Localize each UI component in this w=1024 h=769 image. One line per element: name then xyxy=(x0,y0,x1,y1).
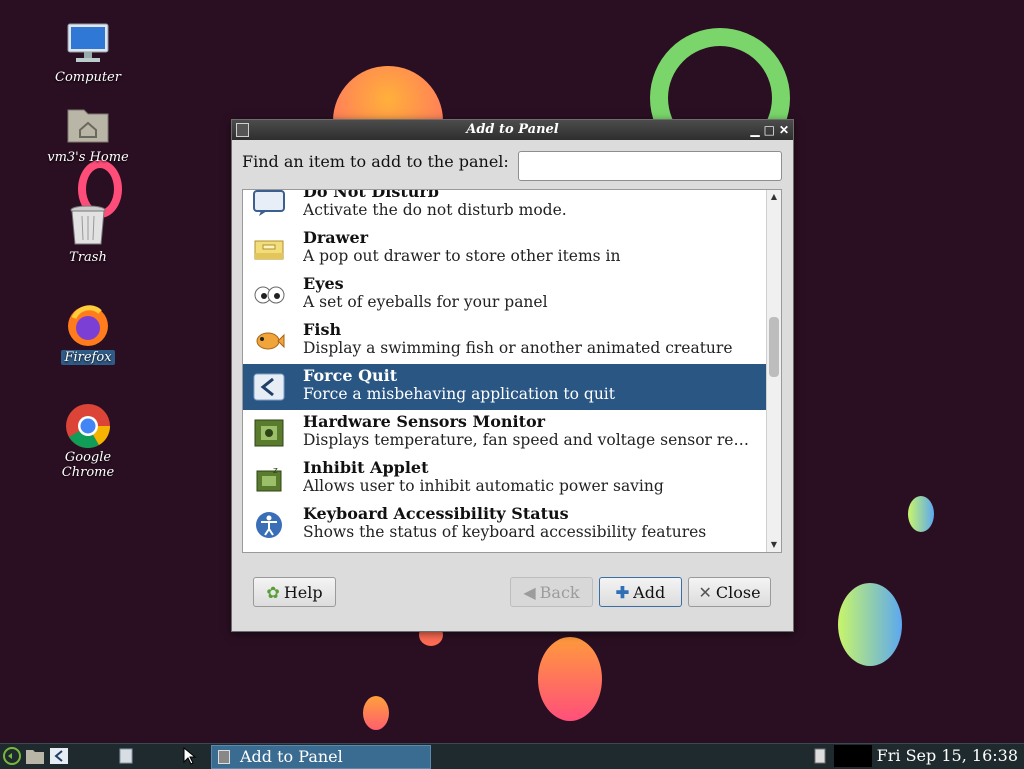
back-button[interactable]: ◀ Back xyxy=(510,577,593,607)
fish-icon xyxy=(253,327,285,355)
drawer-icon xyxy=(253,235,285,263)
add-button[interactable]: ✚ Add xyxy=(599,577,682,607)
chip-icon xyxy=(253,419,285,447)
trash-icon xyxy=(64,200,112,248)
list-item[interactable]: Do Not Disturb Activate the do not distu… xyxy=(243,190,767,226)
file-manager-icon[interactable] xyxy=(25,747,45,765)
find-label: Find an item to add to the panel: xyxy=(242,152,509,171)
desktop-icon-label: Trash xyxy=(69,250,107,265)
desktop-icon-firefox[interactable]: Firefox xyxy=(38,300,138,365)
eyes-icon xyxy=(253,281,285,309)
chip-sleep-icon: z xyxy=(253,465,285,493)
plus-icon: ✚ xyxy=(615,582,630,602)
add-to-panel-dialog: Add to Panel ▁ □ ✕ Find an item to add t… xyxy=(231,119,794,632)
svg-text:z: z xyxy=(273,466,278,476)
desktop-icon-label: Computer xyxy=(55,70,121,85)
notification-icon[interactable] xyxy=(810,747,830,765)
desktop-icon-label: vm3's Home xyxy=(47,150,129,165)
list-item[interactable]: z Inhibit Applet Allows user to inhibit … xyxy=(243,456,767,502)
force-quit-launcher-icon[interactable] xyxy=(49,747,69,765)
close-button[interactable]: ✕ Close xyxy=(688,577,771,607)
force-quit-icon xyxy=(253,373,285,401)
scrollbar-thumb[interactable] xyxy=(769,317,779,377)
computer-icon xyxy=(64,20,112,68)
search-input[interactable] xyxy=(518,151,782,181)
list-item[interactable]: Drawer A pop out drawer to store other i… xyxy=(243,226,767,272)
monitor-speech-icon xyxy=(253,190,285,217)
back-arrow-icon: ◀ xyxy=(523,582,536,602)
menu-icon[interactable] xyxy=(2,747,22,765)
close-icon[interactable]: ✕ xyxy=(779,120,789,140)
background-blue-oval xyxy=(838,583,902,666)
desktop-icon-label: Google Chrome xyxy=(61,450,115,480)
list-item-selected[interactable]: Force Quit Force a misbehaving applicati… xyxy=(243,364,767,410)
help-icon: ✿ xyxy=(266,582,280,602)
applet-list[interactable]: Do Not Disturb Activate the do not distu… xyxy=(242,189,782,553)
taskbar: Add to Panel Fri Sep 15, 16:38 xyxy=(0,743,1024,769)
list-item[interactable]: Eyes A set of eyeballs for your panel xyxy=(243,272,767,318)
minimize-icon[interactable]: ▁ xyxy=(750,120,759,140)
scroll-down-icon[interactable]: ▼ xyxy=(767,538,781,552)
dialog-titlebar[interactable]: Add to Panel ▁ □ ✕ xyxy=(232,120,793,140)
background-small-oval xyxy=(908,496,934,532)
home-folder-icon xyxy=(64,100,112,148)
show-desktop-icon[interactable] xyxy=(116,747,136,765)
accessibility-icon xyxy=(253,511,285,539)
background-small-orange xyxy=(363,696,389,730)
chrome-icon xyxy=(64,400,112,448)
dialog-title: Add to Panel xyxy=(466,122,559,137)
list-item[interactable]: Hardware Sensors Monitor Displays temper… xyxy=(243,410,767,456)
desktop-icon-chrome[interactable]: Google Chrome xyxy=(38,400,138,480)
desktop-icon-trash[interactable]: Trash xyxy=(38,200,138,265)
desktop-icon-home[interactable]: vm3's Home xyxy=(38,100,138,165)
clock[interactable]: Fri Sep 15, 16:38 xyxy=(877,745,1018,767)
maximize-icon[interactable]: □ xyxy=(764,120,775,140)
desktop-icon-label: Firefox xyxy=(61,350,115,365)
list-item[interactable]: Fish Display a swimming fish or another … xyxy=(243,318,767,364)
list-item[interactable]: Keyboard Accessibility Status Shows the … xyxy=(243,502,767,548)
background-orange-oval xyxy=(538,637,602,721)
taskbar-window-button[interactable]: Add to Panel xyxy=(211,745,431,769)
window-icon xyxy=(218,750,230,764)
desktop-icon-computer[interactable]: Computer xyxy=(38,20,138,85)
tray-area xyxy=(834,745,872,767)
window-menu-button[interactable] xyxy=(236,123,249,137)
mouse-pointer-icon xyxy=(180,746,200,765)
firefox-icon xyxy=(64,300,112,348)
scroll-up-icon[interactable]: ▲ xyxy=(767,190,781,204)
help-button[interactable]: ✿ Help xyxy=(253,577,336,607)
close-x-icon: ✕ xyxy=(698,582,712,602)
list-scrollbar[interactable]: ▲ ▼ xyxy=(766,190,781,552)
